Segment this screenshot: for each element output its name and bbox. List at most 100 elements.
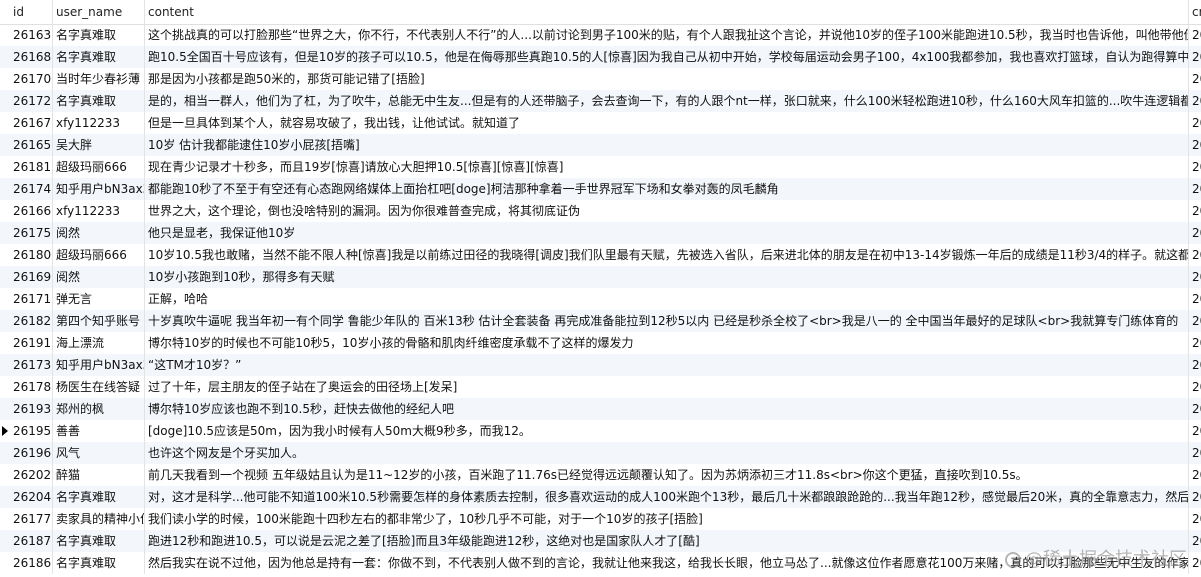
cell-id[interactable]: 26163	[10, 24, 53, 46]
cell-id[interactable]: 26169	[10, 266, 53, 288]
cell-id[interactable]: 26204	[10, 486, 53, 508]
cell-content[interactable]: 正解，哈哈	[145, 288, 1189, 310]
table-row[interactable]: 26195 善善 [doge]10.5应该是50m，因为我小时候有人50m大概9秒多…	[0, 420, 1201, 442]
cell-id[interactable]: 26172	[10, 90, 53, 112]
cell-id[interactable]: 26178	[10, 376, 53, 398]
cell-id[interactable]: 26186	[10, 552, 53, 574]
cell-content[interactable]: 10岁 估计我都能逮住10岁小屁孩[捂嘴]	[145, 134, 1189, 156]
cell-created[interactable]: 20	[1189, 244, 1201, 266]
table-row[interactable]: 26165吴大胖10岁 估计我都能逮住10岁小屁孩[捂嘴]20	[0, 134, 1201, 156]
cell-id[interactable]: 26173	[10, 354, 53, 376]
table-row[interactable]: 26167 xfy112233 但是一旦具体到某个人，就容易攻破了，我出钱，让他试试…	[0, 112, 1201, 134]
table-row[interactable]: 26202 醉猫 前几天我看到一个视频 五年级姑且认为是11~12岁的小孩，百米跑了…	[0, 464, 1201, 486]
cell-content[interactable]: 10岁10.5我也敢赌，当然不能不限人种[惊喜]我是以前练过田径的我晓得[调皮]…	[145, 244, 1189, 266]
cell-user-name[interactable]: 名字真难取	[53, 24, 145, 46]
cell-created[interactable]: 20	[1189, 398, 1201, 420]
table-row[interactable]: 26193郑州的枫博尔特10岁应该也跑不到10.5秒，赶快去做他的经纪人吧20	[0, 398, 1201, 420]
cell-created[interactable]: 20	[1189, 24, 1201, 46]
cell-created[interactable]: 20	[1189, 222, 1201, 244]
cell-created[interactable]: 20	[1189, 508, 1201, 530]
cell-user-name[interactable]: xfy112233	[53, 200, 145, 222]
cell-created[interactable]: 20	[1189, 332, 1201, 354]
cell-content[interactable]: 他只是显老，我保证他10岁	[145, 222, 1189, 244]
table-row[interactable]: 26180 超级玛丽666 10岁10.5我也敢赌，当然不能不限人种[惊喜]我是以前…	[0, 244, 1201, 266]
table-row[interactable]: 26171弹无言正解，哈哈20	[0, 288, 1201, 310]
cell-content[interactable]: 那是因为小孩都是跑50米的，那货可能记错了[捂脸]	[145, 68, 1189, 90]
cell-content[interactable]: 过了十年，层主朋友的侄子站在了奥运会的田径场上[发呆]	[145, 376, 1189, 398]
cell-user-name[interactable]: 名字真难取	[53, 486, 145, 508]
cell-user-name[interactable]: 杨医生在线答疑	[53, 376, 145, 398]
cell-content[interactable]: 但是一旦具体到某个人，就容易攻破了，我出钱，让他试试。就知道了	[145, 112, 1189, 134]
cell-content[interactable]: “这TM才10岁？”	[145, 354, 1189, 376]
cell-created[interactable]: 20	[1189, 200, 1201, 222]
table-row[interactable]: 26175阅然他只是显老，我保证他10岁20	[0, 222, 1201, 244]
cell-created[interactable]: 20	[1189, 552, 1201, 574]
table-row[interactable]: 26173知乎用户bN3ax3“这TM才10岁？”20	[0, 354, 1201, 376]
cell-user-name[interactable]: 名字真难取	[53, 552, 145, 574]
cell-id[interactable]: 26175	[10, 222, 53, 244]
cell-created[interactable]: 20	[1189, 354, 1201, 376]
cell-user-name[interactable]: 善善	[53, 420, 145, 442]
table-row[interactable]: 26182 第四个知乎账号 十岁真吹牛逼呢 我当年初一有个同学 鲁能少年队的 百米1…	[0, 310, 1201, 332]
cell-content[interactable]: 对，这才是科学...他可能不知道100米10.5秒需要怎样的身体素质去控制，很多…	[145, 486, 1189, 508]
column-header-content[interactable]: content	[145, 0, 1189, 24]
cell-content[interactable]: 十岁真吹牛逼呢 我当年初一有个同学 鲁能少年队的 百米13秒 估计全套装备 再完…	[145, 310, 1189, 332]
cell-content[interactable]: 世界之大，这个理论，倒也没啥特别的漏洞。因为你很难普查完成，将其彻底证伪	[145, 200, 1189, 222]
table-row[interactable]: 26204 名字真难取 对，这才是科学...他可能不知道100米10.5秒需要怎样的…	[0, 486, 1201, 508]
cell-created[interactable]: 20	[1189, 68, 1201, 90]
cell-id[interactable]: 26187	[10, 530, 53, 552]
cell-user-name[interactable]: 名字真难取	[53, 46, 145, 68]
table-row[interactable]: 26177 卖家具的精神小伙 我们读小学的时候，100米能跑十四秒左右的都非常少了，…	[0, 508, 1201, 530]
table-row[interactable]: 26168 名字真难取 跑10.5全国百十号应该有，但是10岁的孩子可以10.5，他…	[0, 46, 1201, 68]
cell-created[interactable]: 20	[1189, 178, 1201, 200]
table-row[interactable]: 26169阅然10岁小孩跑到10秒，那得多有天赋20	[0, 266, 1201, 288]
cell-content[interactable]: 也许这个网友是个牙买加人。	[145, 442, 1189, 464]
cell-id[interactable]: 26181	[10, 156, 53, 178]
cell-id[interactable]: 26193	[10, 398, 53, 420]
cell-content[interactable]: 博尔特10岁的时候也不可能10秒5，10岁小孩的骨骼和肌肉纤维密度承载不了这样的…	[145, 332, 1189, 354]
cell-content[interactable]: 都能跑10秒了不至于有空还有心态跑网络媒体上面抬杠吧[doge]柯洁那种拿着一手…	[145, 178, 1189, 200]
cell-id[interactable]: 26182	[10, 310, 53, 332]
cell-id[interactable]: 26165	[10, 134, 53, 156]
column-header-user-name[interactable]: user_name	[53, 0, 145, 24]
cell-created[interactable]: 20	[1189, 156, 1201, 178]
cell-id[interactable]: 26202	[10, 464, 53, 486]
cell-user-name[interactable]: 第四个知乎账号	[53, 310, 145, 332]
cell-created[interactable]: 20	[1189, 288, 1201, 310]
cell-content[interactable]: 现在青少记录才十秒多，而且19岁[惊喜]请放心大胆押10.5[惊喜][惊喜][惊…	[145, 156, 1189, 178]
table-row[interactable]: 26163 名字真难取 这个挑战真的可以打脸那些“世界之大，你不行，不代表别人不行”…	[0, 24, 1201, 46]
cell-id[interactable]: 26174	[10, 178, 53, 200]
cell-content[interactable]: 前几天我看到一个视频 五年级姑且认为是11~12岁的小孩，百米跑了11.76s已…	[145, 464, 1189, 486]
cell-id[interactable]: 26167	[10, 112, 53, 134]
table-row[interactable]: 26196风气也许这个网友是个牙买加人。20	[0, 442, 1201, 464]
table-row[interactable]: 26178 杨医生在线答疑 过了十年，层主朋友的侄子站在了奥运会的田径场上[发呆] 2…	[0, 376, 1201, 398]
cell-id[interactable]: 26171	[10, 288, 53, 310]
cell-user-name[interactable]: 郑州的枫	[53, 398, 145, 420]
cell-user-name[interactable]: 超级玛丽666	[53, 244, 145, 266]
cell-created[interactable]: 20	[1189, 112, 1201, 134]
table-row[interactable]: 26170当时年少春衫薄那是因为小孩都是跑50米的，那货可能记错了[捂脸]20	[0, 68, 1201, 90]
cell-id[interactable]: 26196	[10, 442, 53, 464]
cell-created[interactable]: 20	[1189, 486, 1201, 508]
cell-created[interactable]: 20	[1189, 310, 1201, 332]
cell-user-name[interactable]: 吴大胖	[53, 134, 145, 156]
cell-id[interactable]: 26195	[10, 420, 53, 442]
cell-content[interactable]: [doge]10.5应该是50m，因为我小时候有人50m大概9秒多，而我12。	[145, 420, 1189, 442]
cell-user-name[interactable]: 知乎用户bN3ax3	[53, 178, 145, 200]
cell-created[interactable]: 20	[1189, 464, 1201, 486]
table-row[interactable]: 26191 海上漂流 博尔特10岁的时候也不可能10秒5，10岁小孩的骨骼和肌肉纤维…	[0, 332, 1201, 354]
table-row[interactable]: 26166 xfy112233 世界之大，这个理论，倒也没啥特别的漏洞。因为你很难普…	[0, 200, 1201, 222]
cell-user-name[interactable]: 超级玛丽666	[53, 156, 145, 178]
column-header-id[interactable]: id	[10, 0, 53, 24]
column-header-created[interactable]: cr	[1189, 0, 1201, 24]
cell-user-name[interactable]: 知乎用户bN3ax3	[53, 354, 145, 376]
table-row[interactable]: 26174 知乎用户bN3ax3 都能跑10秒了不至于有空还有心态跑网络媒体上面抬杠…	[0, 178, 1201, 200]
cell-content[interactable]: 博尔特10岁应该也跑不到10.5秒，赶快去做他的经纪人吧	[145, 398, 1189, 420]
cell-user-name[interactable]: 风气	[53, 442, 145, 464]
cell-content[interactable]: 我们读小学的时候，100米能跑十四秒左右的都非常少了，10秒几乎不可能，对于一个…	[145, 508, 1189, 530]
cell-user-name[interactable]: 名字真难取	[53, 530, 145, 552]
cell-content[interactable]: 跑10.5全国百十号应该有，但是10岁的孩子可以10.5，他是在侮辱那些真跑10…	[145, 46, 1189, 68]
cell-created[interactable]: 20	[1189, 376, 1201, 398]
cell-created[interactable]: 20	[1189, 266, 1201, 288]
cell-content[interactable]: 是的，相当一群人，他们为了杠，为了吹牛，总能无中生友...但是有的人还带脑子，会…	[145, 90, 1189, 112]
